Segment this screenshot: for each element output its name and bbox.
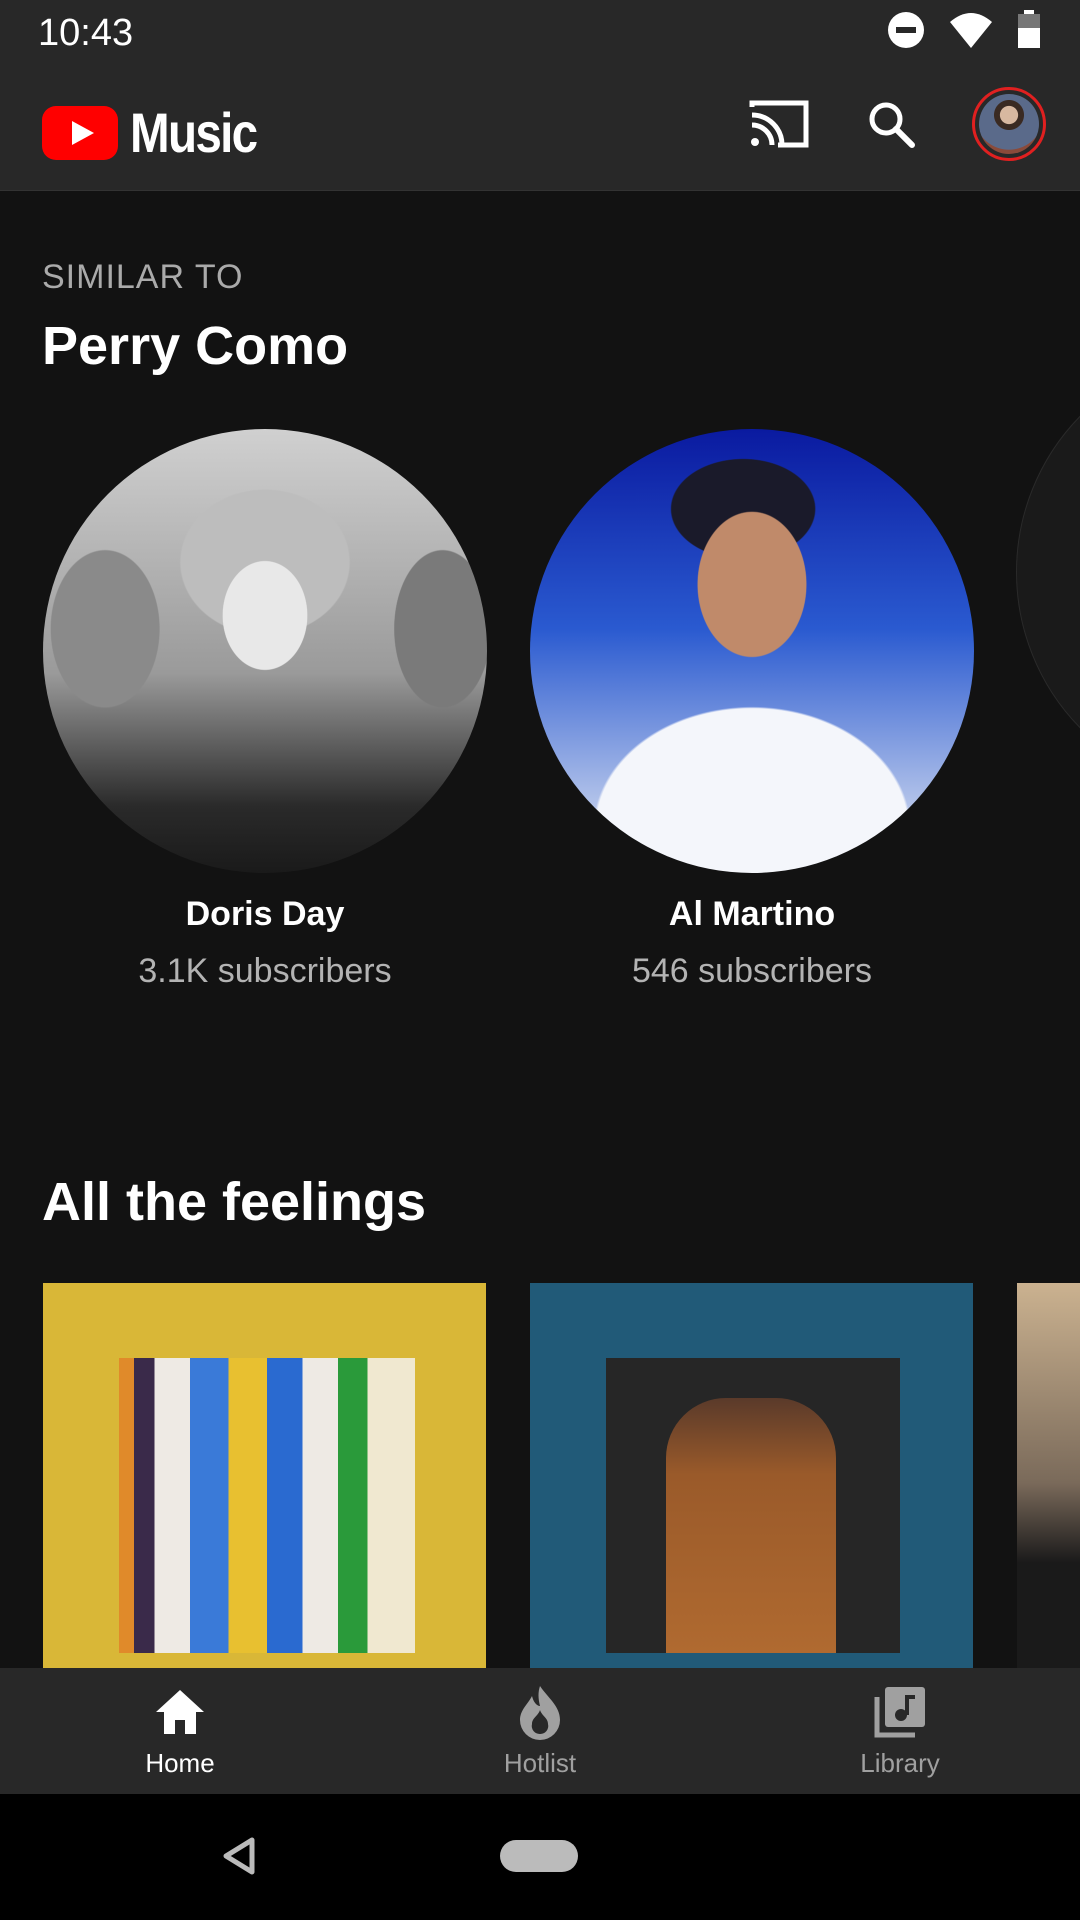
library-music-icon — [874, 1687, 925, 1738]
cast-icon[interactable] — [748, 99, 810, 149]
youtube-play-logo-icon — [42, 105, 118, 160]
status-icons — [886, 10, 1042, 50]
bottom-navigation: Home Hotlist Library — [0, 1668, 1080, 1794]
artist-subscribers: 546 subscribers — [631, 952, 872, 990]
artist-card-doris-day[interactable]: Doris Day 3.1K subscribers — [43, 429, 487, 991]
nav-label: Library — [860, 1748, 940, 1778]
do-not-disturb-icon — [888, 12, 924, 48]
section-eyebrow: SIMILAR TO — [42, 258, 244, 296]
nav-label: Home — [145, 1748, 215, 1778]
nav-hotlist[interactable]: Hotlist — [440, 1682, 640, 1779]
section-title-feelings[interactable]: All the feelings — [42, 1171, 426, 1233]
search-icon[interactable] — [866, 99, 916, 149]
artwork-figure — [666, 1398, 836, 1653]
nav-library[interactable]: Library — [800, 1682, 1000, 1779]
youtube-music-logo[interactable]: Music — [42, 100, 279, 165]
section-title-similar[interactable]: Perry Como — [42, 315, 348, 377]
artist-thumbnail — [43, 429, 487, 873]
wifi-icon — [950, 13, 992, 48]
playlist-artwork — [606, 1358, 900, 1653]
system-navigation-bar — [0, 1794, 1080, 1920]
nav-home[interactable]: Home — [80, 1682, 280, 1779]
app-bar-actions — [748, 87, 1046, 161]
artist-thumbnail — [530, 429, 974, 873]
artist-subscribers: 3.1K subscribers — [138, 952, 392, 990]
fire-icon — [520, 1686, 560, 1740]
playlist-tile-yellow-doors[interactable] — [43, 1283, 486, 1668]
artist-card-partial[interactable] — [1016, 349, 1080, 795]
artist-card-al-martino[interactable]: Al Martino 546 subscribers — [530, 429, 974, 991]
home-icon — [156, 1690, 204, 1734]
avatar-image — [979, 94, 1039, 154]
artist-name: Doris Day — [185, 895, 345, 933]
logo-text: Music — [130, 101, 258, 164]
battery-icon — [1018, 10, 1040, 48]
playlist-tile-blue-jacket[interactable] — [530, 1283, 973, 1668]
playlist-artwork — [119, 1358, 415, 1653]
back-icon[interactable] — [222, 1836, 256, 1876]
status-time: 10:43 — [38, 12, 134, 54]
home-feed[interactable]: SIMILAR TO Perry Como Doris Day 3.1K sub… — [0, 191, 1080, 1668]
account-avatar[interactable] — [972, 87, 1046, 161]
status-bar: 10:43 — [0, 0, 1080, 64]
app-bar: Music — [0, 64, 1080, 191]
playlist-tile-partial[interactable] — [1017, 1283, 1080, 1668]
home-pill-button[interactable] — [500, 1840, 578, 1872]
artist-name: Al Martino — [668, 895, 836, 933]
nav-label: Hotlist — [503, 1748, 577, 1778]
